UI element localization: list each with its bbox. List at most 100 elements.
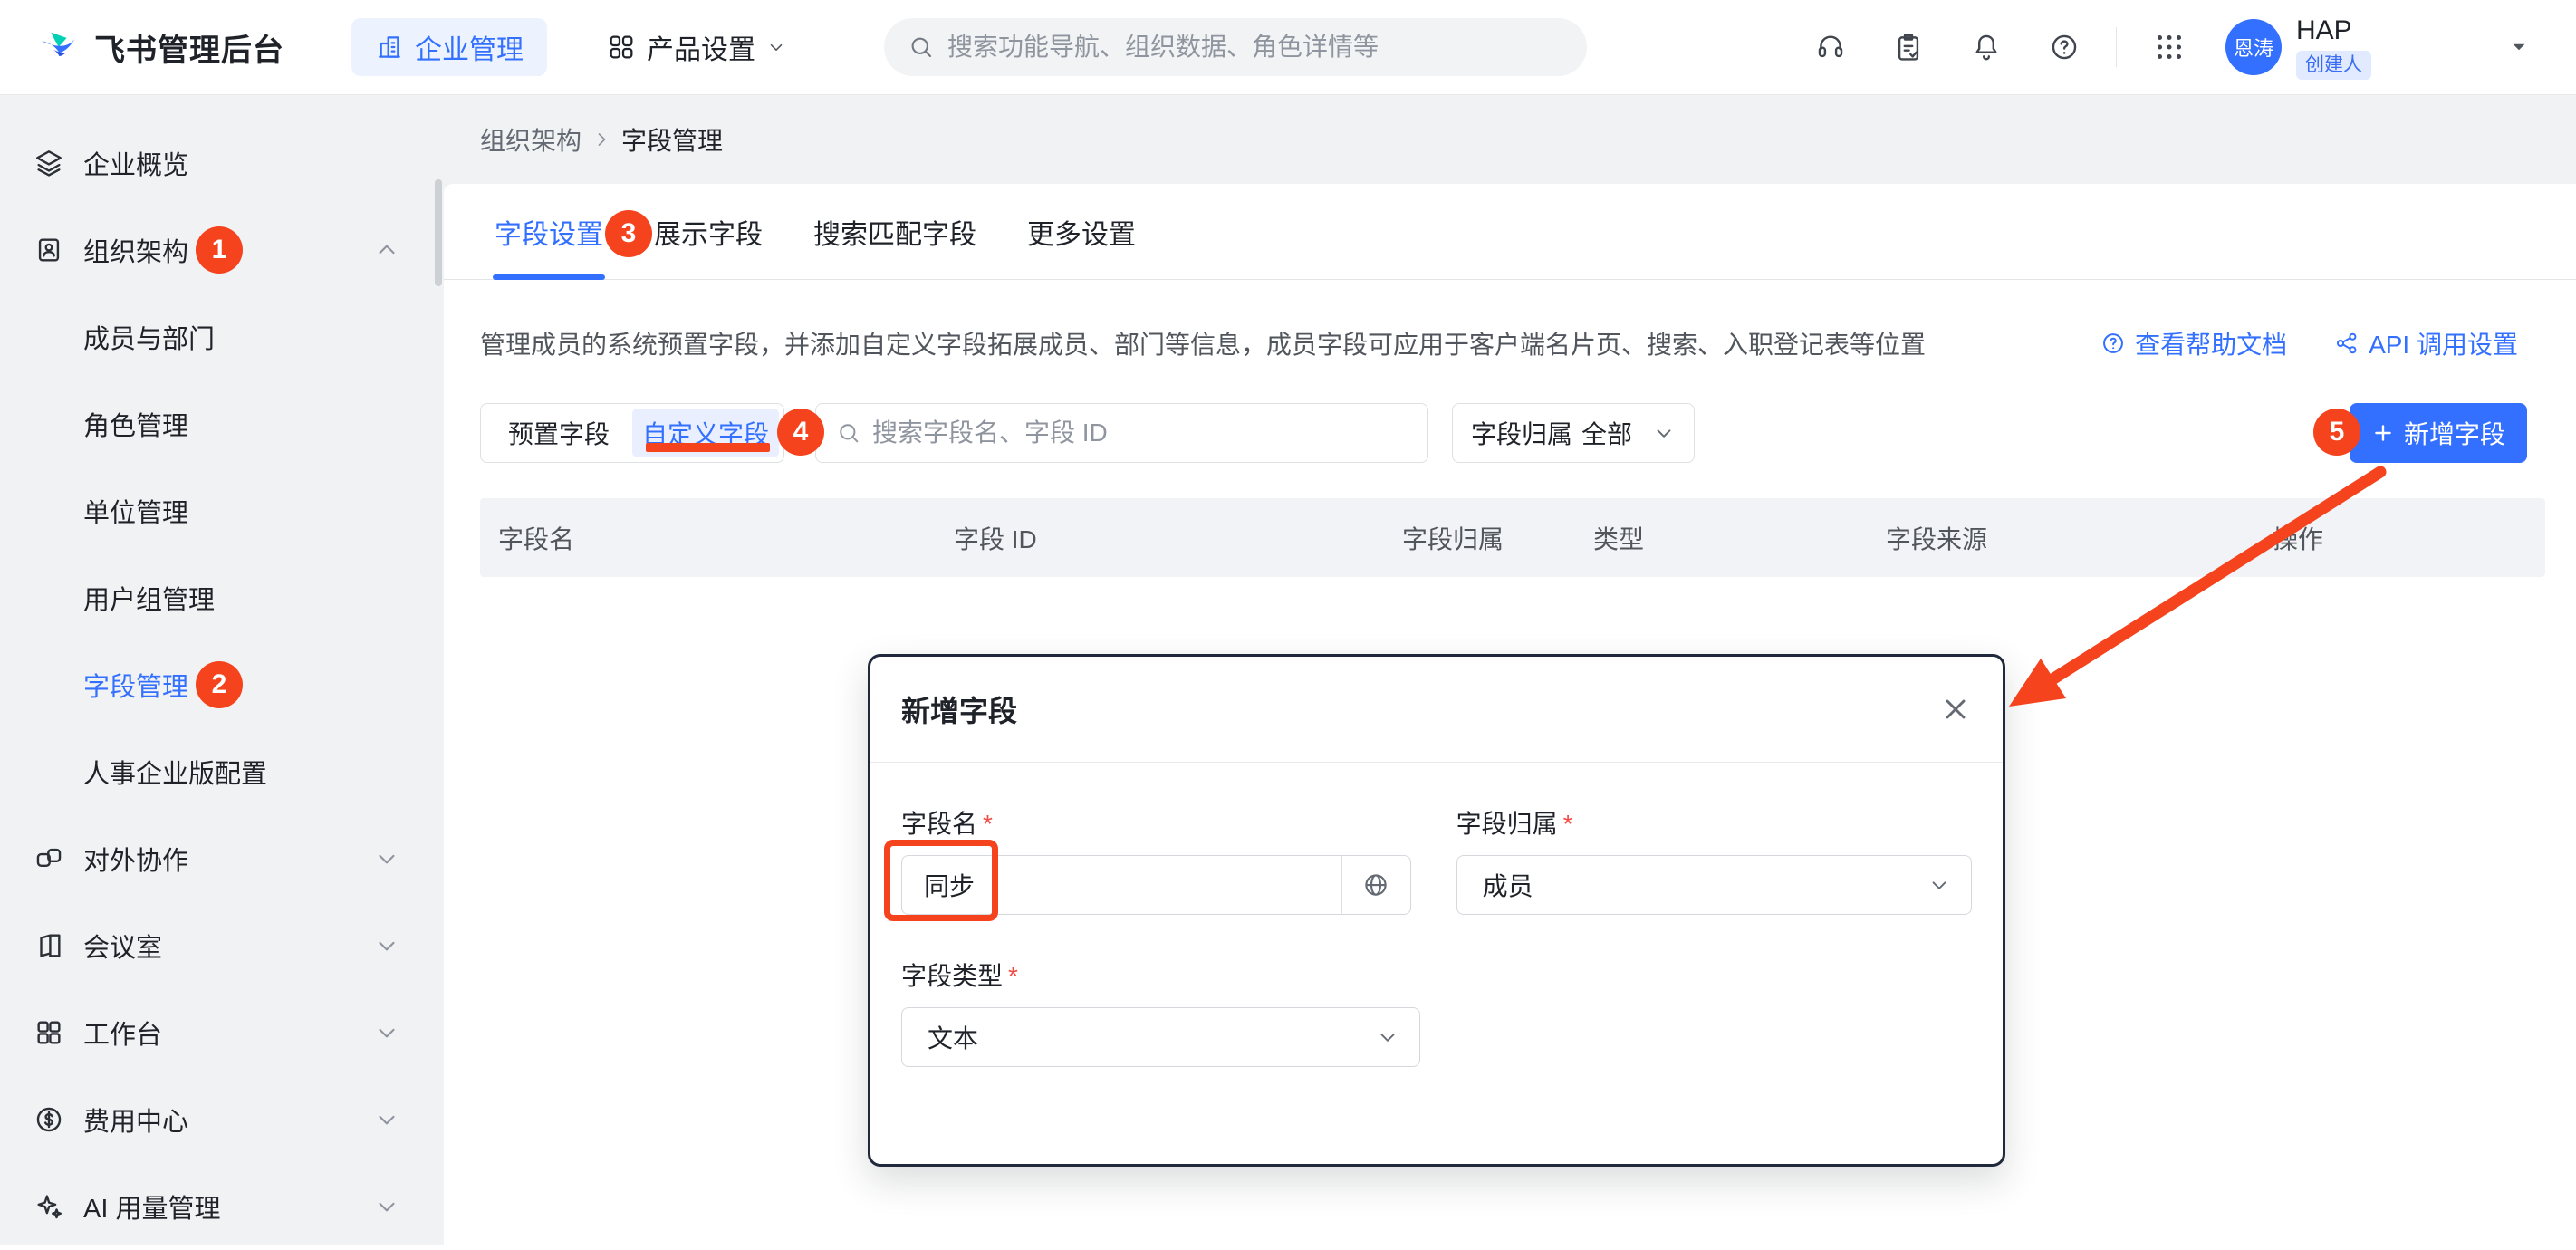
global-search[interactable] [884,18,1587,76]
user-name: HAP [2296,15,2371,46]
sidebar-item-role-management[interactable]: 角色管理 [0,380,444,467]
user-menu-caret-icon[interactable] [2507,35,2531,59]
sidebar-item-label: 单位管理 [83,492,188,530]
help-doc-link[interactable]: 查看帮助文档 [2100,325,2287,361]
field-owner-value: 成员 [1483,867,1533,903]
sidebar-item-meeting-rooms[interactable]: 会议室 [0,902,444,989]
segment-custom-fields[interactable]: 自定义字段 [632,409,779,457]
chevron-down-icon[interactable] [373,1106,400,1133]
survey-clipboard-icon[interactable] [1893,32,1924,62]
help-doc-label: 查看帮助文档 [2135,325,2287,361]
col-field-source: 字段来源 [1886,498,1987,577]
sidebar-item-label: 对外协作 [83,840,188,878]
tab-field-settings[interactable]: 字段设置 [493,184,605,280]
segment-preset-fields[interactable]: 预置字段 [485,409,632,457]
sidebar-item-label: 成员与部门 [83,318,215,356]
sparkle-icon [34,1191,64,1222]
col-field-name: 字段名 [498,498,574,577]
chevron-down-icon[interactable] [373,1019,400,1046]
modal-body: 字段名* 字段归属* 成员 [870,763,2003,1067]
tab-label: 字段设置 [495,212,603,252]
chevron-down-icon [1927,873,1951,897]
modal-header: 新增字段 [870,657,2003,763]
sidebar-item-company-overview[interactable]: 企业概览 [0,120,444,207]
building-icon [375,33,404,62]
sidebar-scrollbar-thumb[interactable] [435,179,442,286]
sidebar-item-ai-usage[interactable]: AI 用量管理 [0,1163,444,1250]
app-logo[interactable]: 飞书管理后台 [38,25,284,70]
globe-icon [1362,871,1389,899]
add-field-label: 新增字段 [2404,415,2505,451]
sidebar: 企业概览 组织架构 1 成员与部门 角色管理 单位管理 用户组管理 字段管理 2… [0,95,444,1245]
topbar-actions: 恩涛 HAP 创建人 [1768,15,2576,80]
app-grid-icon[interactable] [2153,31,2186,63]
tabs: 字段设置 展示字段 搜索匹配字段 更多设置 [444,184,2576,280]
sidebar-item-hr-enterprise-config[interactable]: 人事企业版配置 [0,728,444,815]
sidebar-item-label: 工作台 [83,1014,162,1052]
field-owner-label: 字段归属* [1456,804,1972,841]
api-settings-link[interactable]: API 调用设置 [2334,325,2518,361]
i18n-globe-button[interactable] [1341,856,1410,914]
breadcrumb-parent[interactable]: 组织架构 [480,121,582,158]
tab-label: 搜索匹配字段 [813,212,976,252]
segment-label: 自定义字段 [642,415,769,451]
dollar-circle-icon [34,1104,64,1135]
sidebar-item-external-collaboration[interactable]: 对外协作 [0,815,444,902]
field-search-input[interactable] [872,418,1379,447]
breadcrumb-current: 字段管理 [621,121,723,158]
field-owner-filter[interactable]: 字段归属 全部 [1452,403,1695,463]
product-grid-icon [607,33,636,62]
sidebar-item-workbench[interactable]: 工作台 [0,989,444,1076]
help-icon[interactable] [2049,32,2080,62]
topbar: 飞书管理后台 企业管理 产品设置 恩涛 HAP 创建人 [0,0,2576,95]
sidebar-item-label: AI 用量管理 [83,1188,220,1226]
sidebar-item-label: 组织架构 [83,231,188,269]
product-settings-menu[interactable]: 产品设置 [607,27,786,67]
chevron-down-icon[interactable] [373,1193,400,1220]
chevron-up-icon[interactable] [373,236,400,264]
avatar-text: 恩涛 [2234,33,2273,62]
tab-search-match-fields[interactable]: 搜索匹配字段 [812,184,978,280]
close-icon[interactable] [1939,693,1972,726]
field-owner-select[interactable]: 成员 [1456,855,1972,915]
global-search-input[interactable] [947,33,1491,62]
avatar[interactable]: 恩涛 [2225,19,2282,75]
page-links: 查看帮助文档 API 调用设置 [2100,325,2518,361]
field-name-input[interactable] [902,870,1341,899]
chevron-down-icon[interactable] [373,845,400,872]
support-headset-icon[interactable] [1815,32,1846,62]
col-field-type: 类型 [1593,498,1644,577]
enterprise-admin-label: 企业管理 [415,27,524,67]
sidebar-item-field-management[interactable]: 字段管理 2 [0,641,444,728]
sidebar-item-org-structure[interactable]: 组织架构 1 [0,207,444,293]
col-field-id: 字段 ID [954,498,1037,577]
tab-label: 更多设置 [1027,212,1136,252]
grid-icon [34,1017,64,1048]
layers-icon [34,148,64,178]
field-name-label: 字段名* [901,804,1411,841]
sidebar-item-members-departments[interactable]: 成员与部门 [0,293,444,380]
user-info[interactable]: HAP 创建人 [2296,15,2371,80]
api-settings-label: API 调用设置 [2369,325,2518,361]
tab-display-fields[interactable]: 展示字段 [652,184,764,280]
add-field-button[interactable]: 新增字段 [2350,403,2527,463]
app-title: 飞书管理后台 [94,25,284,70]
chevron-down-icon [1376,1025,1399,1049]
field-type-select[interactable]: 文本 [901,1007,1420,1067]
tab-label: 展示字段 [654,212,763,252]
notifications-bell-icon[interactable] [1971,32,2002,62]
chevron-down-icon[interactable] [373,932,400,959]
segment-label: 预置字段 [508,415,610,451]
sidebar-item-usergroup-management[interactable]: 用户组管理 [0,554,444,641]
add-field-modal: 新增字段 字段名* 字段归属* 成员 [868,654,2005,1167]
sidebar-item-unit-management[interactable]: 单位管理 [0,467,444,554]
col-actions: 操作 [2273,498,2323,577]
enterprise-admin-button[interactable]: 企业管理 [351,18,547,76]
sidebar-item-expense-center[interactable]: 费用中心 [0,1076,444,1163]
required-mark: * [1008,962,1018,990]
id-card-icon [34,235,64,265]
chevron-down-icon [766,37,786,57]
tab-more-settings[interactable]: 更多设置 [1025,184,1138,280]
chevron-down-icon [1652,421,1676,445]
field-search[interactable] [815,403,1428,463]
